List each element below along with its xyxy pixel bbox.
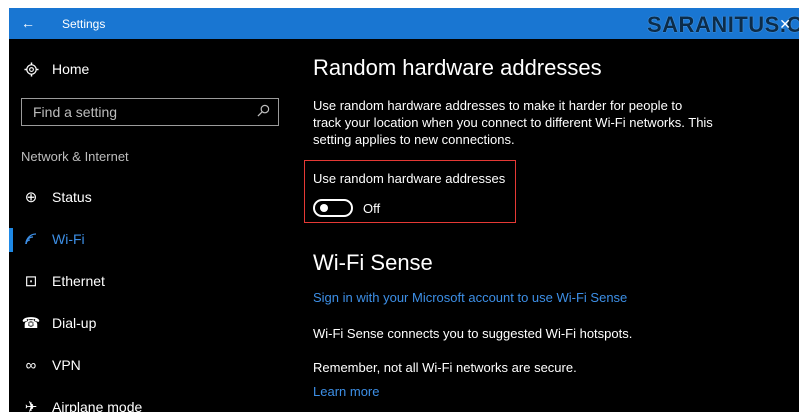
wifi-icon — [22, 230, 40, 248]
sidebar-item-wifi[interactable]: Wi-Fi — [9, 225, 294, 255]
sidebar-item-label: Wi-Fi — [52, 231, 85, 247]
window-title: Settings — [62, 17, 106, 31]
wifi-sense-description: Wi-Fi Sense connects you to suggested Wi… — [313, 326, 633, 341]
sidebar-item-label: VPN — [52, 357, 81, 373]
section-heading: Network & Internet — [21, 149, 129, 164]
search-input[interactable]: Find a setting — [21, 98, 279, 126]
airplane-icon: ✈ — [24, 399, 38, 412]
ethernet-icon: ⊡ — [24, 273, 38, 290]
dialup-icon: ☎ — [21, 315, 41, 332]
sidebar-item-status[interactable]: ⊕ Status — [9, 183, 294, 213]
sidebar: Home Find a setting Network & Internet ⊕… — [9, 39, 294, 412]
toggle-knob — [320, 204, 328, 212]
section-title-wifi-sense: Wi-Fi Sense — [313, 250, 433, 275]
toggle-label: Use random hardware addresses — [313, 171, 506, 186]
toggle-state-text: Off — [363, 201, 381, 216]
vpn-icon: ∞ — [25, 356, 37, 374]
random-hardware-description: Use random hardware addresses to make it… — [313, 98, 713, 147]
close-icon[interactable]: ✕ — [779, 16, 791, 33]
watermark-logo: SARANITUS.COM — [647, 12, 799, 37]
main-content: Random hardware addresses Use random har… — [304, 39, 793, 412]
learn-more-link[interactable]: Learn more — [313, 384, 379, 399]
sidebar-item-label: Airplane mode — [52, 399, 143, 412]
security-warning: Remember, not all Wi-Fi networks are sec… — [313, 360, 577, 375]
sign-in-link[interactable]: Sign in with your Microsoft account to u… — [313, 290, 627, 305]
sidebar-item-vpn[interactable]: ∞ VPN — [9, 351, 294, 381]
section-title-random-hardware: Random hardware addresses — [313, 55, 602, 80]
random-hardware-toggle[interactable] — [313, 199, 353, 217]
back-arrow-icon[interactable]: ← — [21, 15, 35, 31]
sidebar-item-ethernet[interactable]: ⊡ Ethernet — [9, 267, 294, 297]
settings-window: ← Settings SARANITUS.COM ✕ Home Find a s… — [9, 8, 799, 412]
search-icon[interactable] — [257, 104, 270, 120]
title-bar: ← Settings SARANITUS.COM ✕ — [9, 8, 799, 39]
search-placeholder: Find a setting — [33, 104, 118, 120]
sidebar-item-label: Dial-up — [52, 315, 97, 331]
sidebar-item-label: Status — [52, 189, 92, 205]
sidebar-item-airplane-mode[interactable]: ✈ Airplane mode — [9, 393, 294, 412]
sidebar-item-dialup[interactable]: ☎ Dial-up — [9, 309, 294, 339]
gear-icon — [22, 60, 40, 78]
globe-icon: ⊕ — [24, 189, 38, 206]
sidebar-item-home[interactable]: Home — [9, 55, 294, 85]
selection-indicator — [9, 228, 13, 252]
sidebar-item-label: Ethernet — [52, 273, 105, 289]
sidebar-item-label: Home — [52, 61, 90, 77]
